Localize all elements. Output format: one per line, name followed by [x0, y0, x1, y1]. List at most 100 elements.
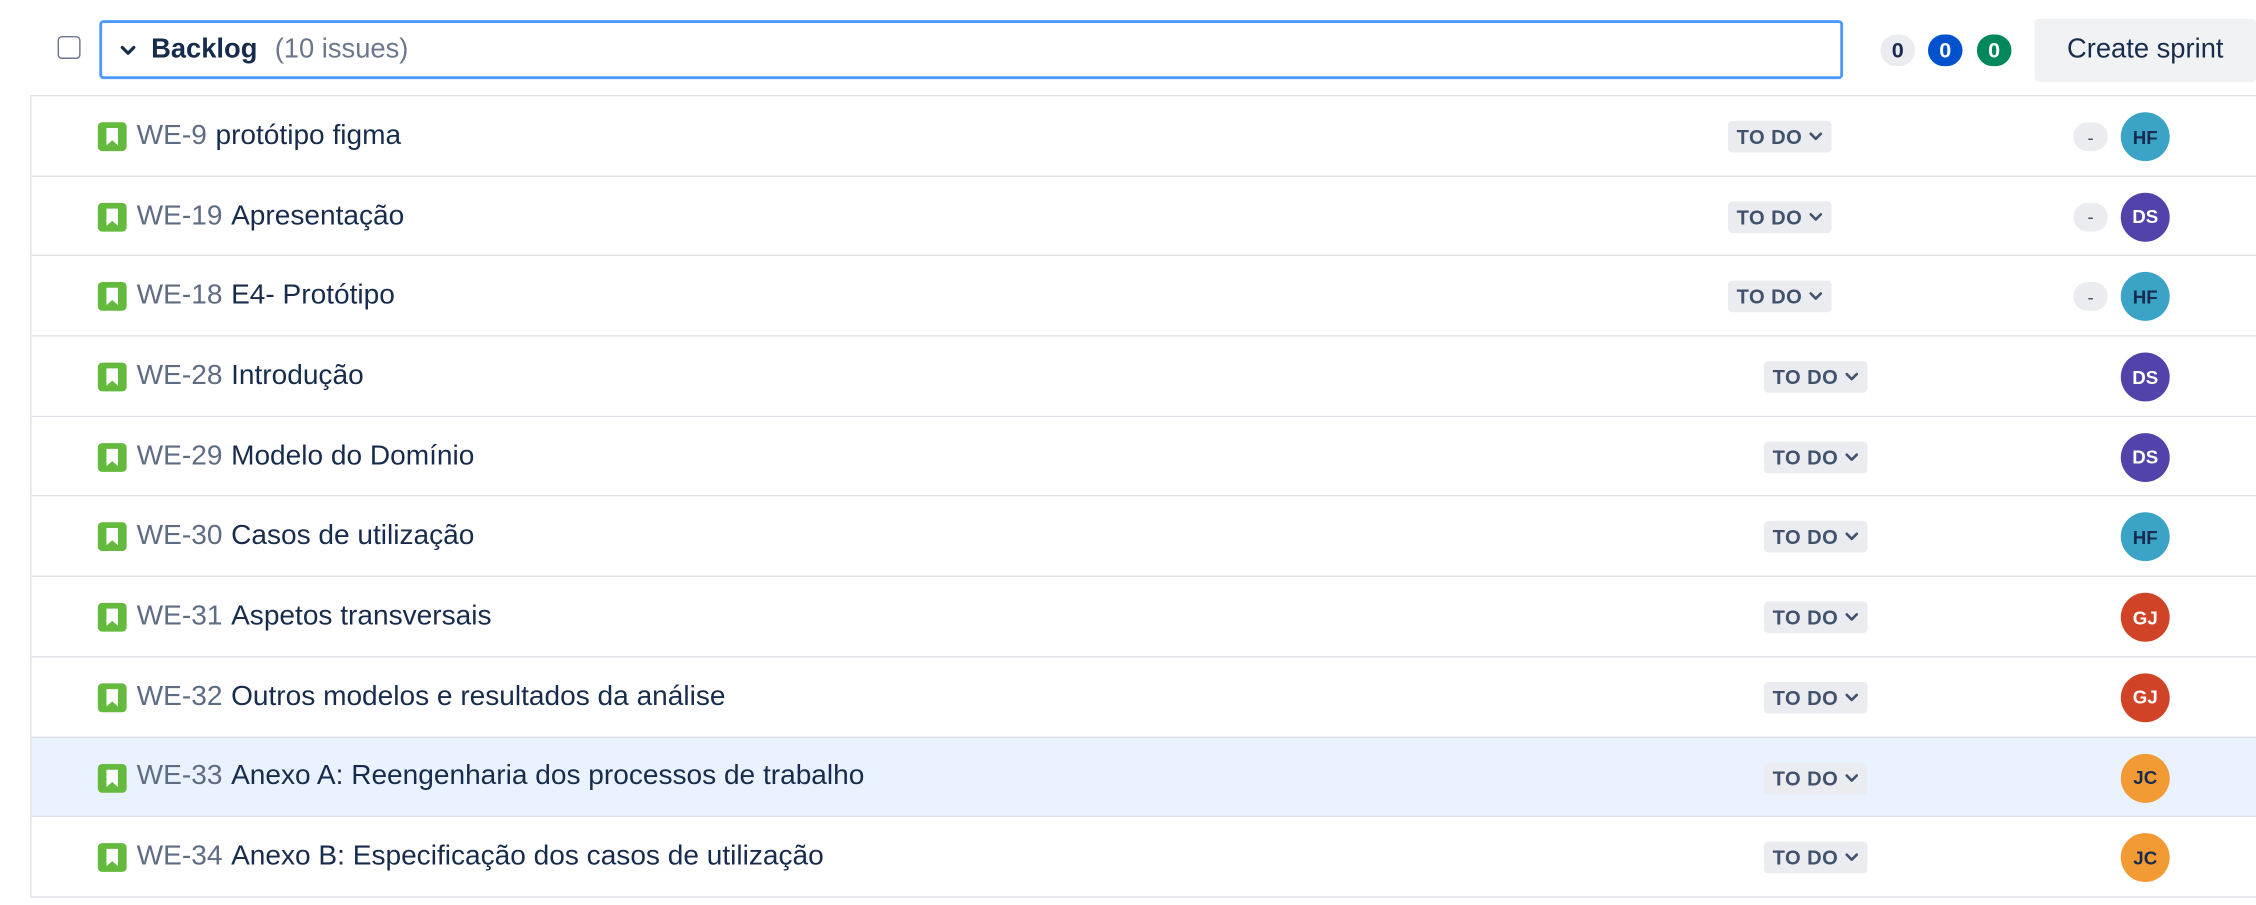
issue-key[interactable]: WE-19: [137, 199, 223, 232]
story-icon: [97, 122, 127, 152]
chevron-down-icon: [1808, 129, 1822, 143]
issue-summary: Outros modelos e resultados da análise: [231, 680, 726, 712]
issue-summary: E4- Protótipo: [231, 279, 395, 312]
chevron-down-icon: [1808, 210, 1822, 224]
issue-summary: protótipo figma: [215, 119, 402, 151]
status-dropdown[interactable]: TO DO: [1763, 681, 1867, 714]
status-label: TO DO: [1772, 766, 1839, 790]
status-label: TO DO: [1736, 205, 1803, 229]
issue-title: WE-29 Modelo do Domínio: [137, 417, 475, 496]
status-dropdown[interactable]: TO DO: [1727, 120, 1831, 153]
backlog-section: Backlog (10 issues) 0 0 0 Create sprint …: [0, 0, 2256, 905]
issue-key[interactable]: WE-34: [137, 840, 223, 873]
issue-key[interactable]: WE-31: [137, 600, 223, 633]
assignee-avatar[interactable]: HF: [2120, 272, 2170, 322]
status-label: TO DO: [1772, 686, 1839, 710]
issue-row[interactable]: WE-31 Aspetos transversais TO DO GJ: [31, 577, 2256, 658]
story-icon: [97, 522, 127, 552]
issue-summary: Apresentação: [231, 199, 405, 231]
status-dropdown[interactable]: TO DO: [1763, 761, 1867, 794]
assignee-avatar[interactable]: GJ: [2120, 673, 2170, 723]
issue-key[interactable]: WE-30: [137, 520, 223, 553]
chevron-down-icon: [1808, 290, 1822, 304]
issue-summary: Introdução: [231, 359, 364, 392]
issue-title: WE-31 Aspetos transversais: [137, 577, 492, 656]
issue-list: WE-9 protótipo figma TO DO - HF WE-19 Apresent…: [30, 94, 2256, 898]
issue-title: WE-9 protótipo figma: [137, 96, 401, 175]
status-dropdown[interactable]: TO DO: [1727, 200, 1831, 233]
assignee-avatar[interactable]: DS: [2120, 352, 2170, 402]
done-count-badge: 0: [1976, 34, 2012, 67]
issue-row[interactable]: WE-18 E4- Protótipo TO DO - HF: [31, 256, 2256, 337]
issue-key[interactable]: WE-29: [137, 440, 223, 473]
backlog-header: Backlog (10 issues) 0 0 0 Create sprint: [0, 0, 2256, 89]
status-label: TO DO: [1772, 605, 1839, 629]
estimate-badge: -: [2073, 202, 2108, 232]
status-dropdown[interactable]: TO DO: [1763, 441, 1867, 474]
status-dropdown[interactable]: TO DO: [1763, 521, 1867, 554]
assignee-avatar[interactable]: DS: [2120, 192, 2170, 242]
story-icon: [97, 763, 127, 793]
status-label: TO DO: [1736, 285, 1803, 309]
chevron-down-icon: [1844, 770, 1858, 784]
story-icon: [97, 362, 127, 392]
assignee-avatar[interactable]: JC: [2120, 833, 2170, 883]
issue-summary: Modelo do Domínio: [231, 439, 475, 472]
select-all-checkbox[interactable]: [57, 35, 81, 59]
issue-key[interactable]: WE-18: [137, 279, 223, 312]
chevron-down-icon: [1844, 450, 1858, 464]
status-label: TO DO: [1772, 525, 1839, 549]
issue-summary: Anexo A: Reengenharia dos processos de t…: [231, 760, 865, 792]
create-sprint-button[interactable]: Create sprint: [2034, 18, 2256, 83]
issue-key[interactable]: WE-9: [137, 119, 207, 152]
assignee-avatar[interactable]: GJ: [2120, 592, 2170, 642]
assignee-avatar[interactable]: JC: [2120, 753, 2170, 803]
chevron-down-icon: [1844, 370, 1858, 384]
chevron-down-icon: [1844, 530, 1858, 544]
issue-row[interactable]: WE-30 Casos de utilização TO DO HF: [31, 497, 2256, 578]
assignee-avatar[interactable]: HF: [2120, 512, 2170, 562]
estimate-badge: -: [2073, 122, 2108, 152]
status-dropdown[interactable]: TO DO: [1763, 841, 1867, 874]
status-label: TO DO: [1772, 365, 1839, 389]
issue-row[interactable]: WE-28 Introdução TO DO DS: [31, 336, 2256, 417]
issue-key[interactable]: WE-28: [137, 360, 223, 393]
issue-summary: Aspetos transversais: [231, 599, 492, 632]
issue-row[interactable]: WE-9 protótipo figma TO DO - HF: [31, 96, 2256, 177]
story-icon: [97, 683, 127, 712]
status-label: TO DO: [1736, 125, 1803, 149]
issue-title: WE-19 Apresentação: [137, 177, 405, 256]
status-dropdown[interactable]: TO DO: [1727, 281, 1831, 313]
assignee-avatar[interactable]: HF: [2120, 112, 2170, 162]
issue-key[interactable]: WE-32: [137, 680, 223, 713]
issue-summary: Casos de utilização: [231, 519, 475, 552]
status-dropdown[interactable]: TO DO: [1763, 361, 1867, 393]
issue-title: WE-33 Anexo A: Reengenharia dos processos…: [137, 737, 865, 816]
status-dropdown[interactable]: TO DO: [1763, 601, 1867, 634]
issue-row[interactable]: WE-33 Anexo A: Reengenharia dos processos…: [31, 737, 2256, 818]
backlog-collapse-toggle[interactable]: Backlog (10 issues): [99, 20, 1844, 80]
assignee-avatar[interactable]: DS: [2120, 432, 2170, 482]
backlog-title: Backlog: [151, 33, 258, 65]
issue-key[interactable]: WE-33: [137, 760, 223, 793]
issue-summary: Anexo B: Especificação dos casos de util…: [231, 840, 824, 872]
todo-count-badge: 0: [1880, 34, 1916, 67]
issue-title: WE-30 Casos de utilização: [137, 497, 475, 576]
in-progress-count-badge: 0: [1927, 34, 1963, 67]
issue-row[interactable]: WE-29 Modelo do Domínio TO DO DS: [31, 416, 2256, 498]
story-icon: [97, 603, 127, 632]
issue-row[interactable]: WE-34 Anexo B: Especificação dos casos de…: [31, 817, 2256, 898]
story-icon: [97, 442, 127, 472]
issue-title: WE-32 Outros modelos e resultados da anál…: [137, 657, 726, 736]
issue-row[interactable]: WE-32 Outros modelos e resultados da anál…: [31, 657, 2256, 738]
issue-row[interactable]: WE-19 Apresentação TO DO - DS: [31, 176, 2256, 257]
status-label: TO DO: [1772, 846, 1839, 870]
story-icon: [97, 843, 127, 873]
story-icon: [97, 202, 127, 232]
estimate-badge: -: [2073, 282, 2108, 312]
chevron-down-icon: [119, 41, 136, 58]
chevron-down-icon: [1844, 610, 1858, 624]
chevron-down-icon: [1844, 690, 1858, 704]
story-icon: [97, 282, 127, 312]
issue-title: WE-18 E4- Protótipo: [137, 257, 395, 336]
